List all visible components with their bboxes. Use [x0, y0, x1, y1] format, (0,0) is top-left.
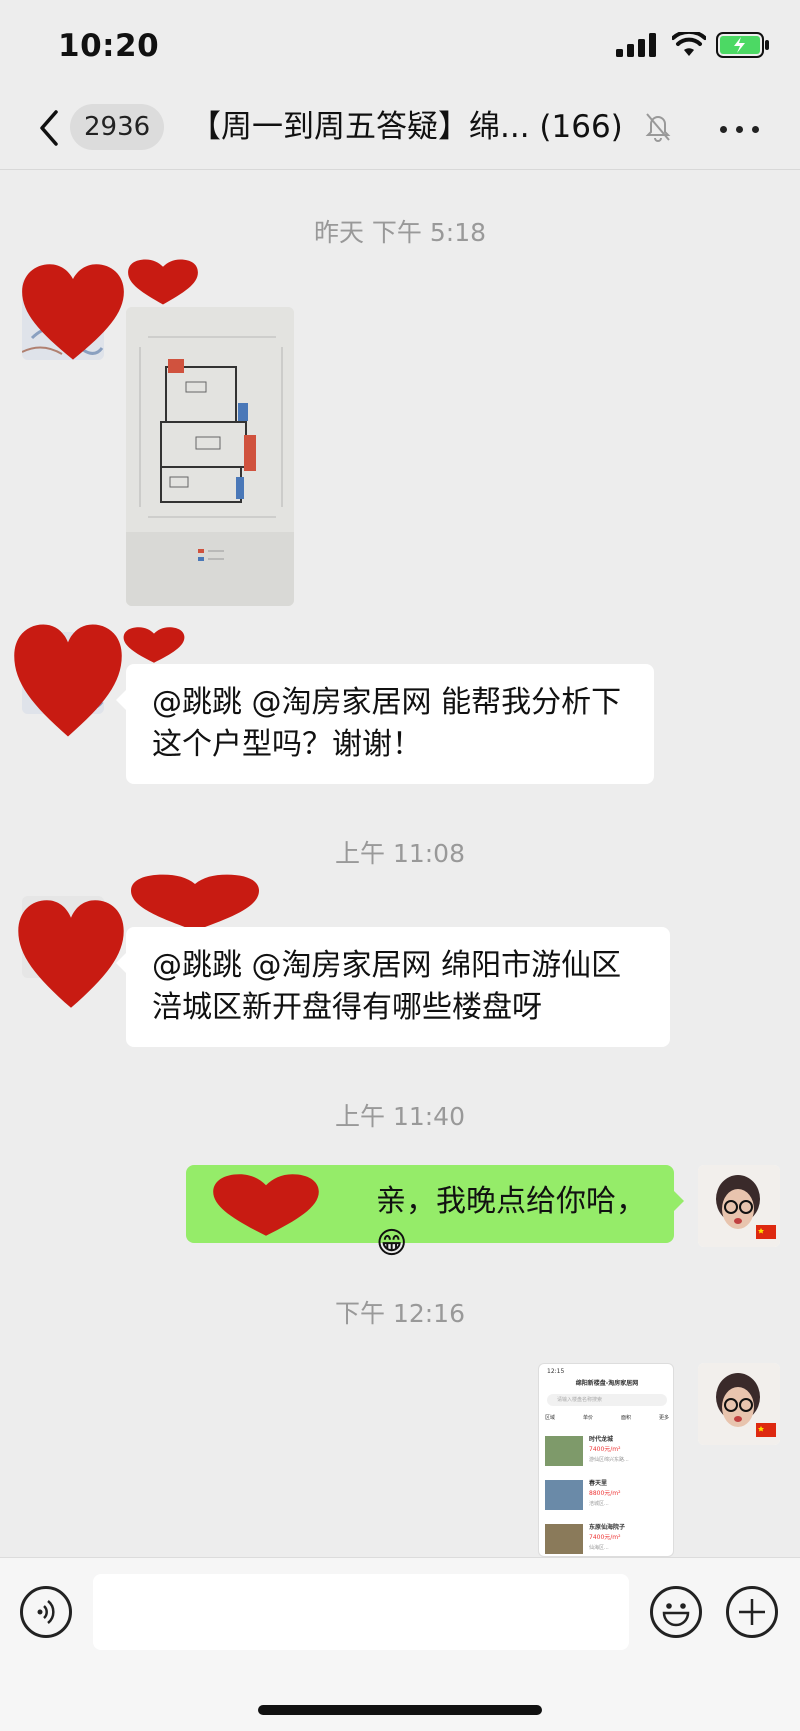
message-timestamp: 昨天 下午 5:18 — [313, 218, 487, 247]
screenshot-image[interactable]: 12:15 绵阳新楼盘-淘房家居网 请输入楼盘名称搜索 区域 单价 面积 更多 … — [538, 1363, 674, 1557]
redaction-heart — [18, 900, 124, 1008]
status-time: 10:20 — [58, 28, 160, 64]
listing-name: 东原仙海院子 — [589, 1524, 626, 1531]
redaction-heart — [14, 624, 122, 737]
preview-filter: 区域 — [545, 1415, 556, 1421]
more-options-button[interactable] — [720, 126, 760, 136]
message-timestamp: 上午 11:08 — [335, 839, 465, 868]
emoji-button[interactable] — [650, 1586, 702, 1638]
unread-count-badge[interactable]: 2936 — [70, 104, 165, 150]
preview-time: 12:15 — [547, 1368, 565, 1375]
floorplan-image[interactable] — [126, 307, 294, 606]
message-input-bar — [0, 1557, 800, 1731]
preview-filter: 更多 — [658, 1415, 669, 1421]
listing-price: 7400元/m² — [589, 1446, 621, 1453]
bell-slash-icon — [645, 113, 671, 142]
redaction-heart — [128, 259, 198, 305]
status-bar: 10:20 — [0, 0, 800, 88]
message-text: @跳跳 @淘房家居网 能帮我分析下这个户型吗？谢谢！ — [152, 685, 622, 762]
listing-desc: 游仙区绵兴东路... — [589, 1457, 629, 1463]
redaction-heart — [131, 874, 259, 931]
listing-name: 时代龙城 — [589, 1436, 614, 1443]
preview-filter: 单价 — [582, 1415, 593, 1421]
wifi-icon — [672, 32, 706, 56]
message-text: 亲，我晚点给你哈，😁 — [376, 1184, 646, 1261]
message-timestamp: 下午 12:16 — [335, 1299, 465, 1328]
message-timestamp: 上午 11:40 — [335, 1102, 465, 1131]
message-bubble[interactable]: @跳跳 @淘房家居网 绵阳市游仙区涪城区新开盘得有哪些楼盘呀 — [116, 927, 670, 1047]
listing-price: 8800元/m² — [589, 1490, 621, 1497]
my-avatar[interactable] — [698, 1165, 780, 1247]
redaction-heart — [213, 1174, 319, 1236]
message-input[interactable] — [93, 1574, 629, 1650]
plus-icon — [739, 1599, 765, 1625]
preview-title: 绵阳新楼盘-淘房家居网 — [575, 1380, 639, 1387]
chevron-left-icon[interactable] — [34, 108, 64, 148]
home-indicator — [258, 1705, 542, 1715]
listing-desc: 涪城区... — [589, 1501, 609, 1507]
preview-filter: 面积 — [620, 1415, 631, 1421]
chat-title: 【周一到周五答疑】绵... (166) — [190, 109, 623, 145]
message-text: @跳跳 @淘房家居网 绵阳市游仙区涪城区新开盘得有哪些楼盘呀 — [152, 948, 622, 1025]
voice-icon — [37, 1600, 55, 1624]
ellipsis-icon — [720, 126, 727, 133]
listing-desc: 仙海区... — [589, 1545, 609, 1551]
battery-icon — [716, 32, 769, 58]
redaction-heart — [123, 627, 185, 663]
chat-header: 2936 【周一到周五答疑】绵... (166) — [0, 88, 800, 170]
redaction-heart — [22, 264, 124, 360]
listing-thumbnail — [545, 1524, 583, 1554]
listing-thumbnail — [545, 1480, 583, 1510]
listing-price: 7400元/m² — [589, 1534, 621, 1541]
preview-search: 请输入楼盘名称搜索 — [557, 1397, 603, 1403]
message-bubble[interactable]: @跳跳 @淘房家居网 能帮我分析下这个户型吗？谢谢！ — [116, 664, 654, 784]
listing-name: 春天里 — [589, 1480, 608, 1487]
signal-icon — [616, 33, 656, 57]
voice-button[interactable] — [20, 1586, 72, 1638]
listing-thumbnail — [545, 1436, 583, 1466]
my-avatar[interactable] — [698, 1363, 780, 1445]
status-icons — [616, 32, 770, 58]
add-button[interactable] — [726, 1586, 778, 1638]
emoji-icon — [662, 1603, 690, 1627]
